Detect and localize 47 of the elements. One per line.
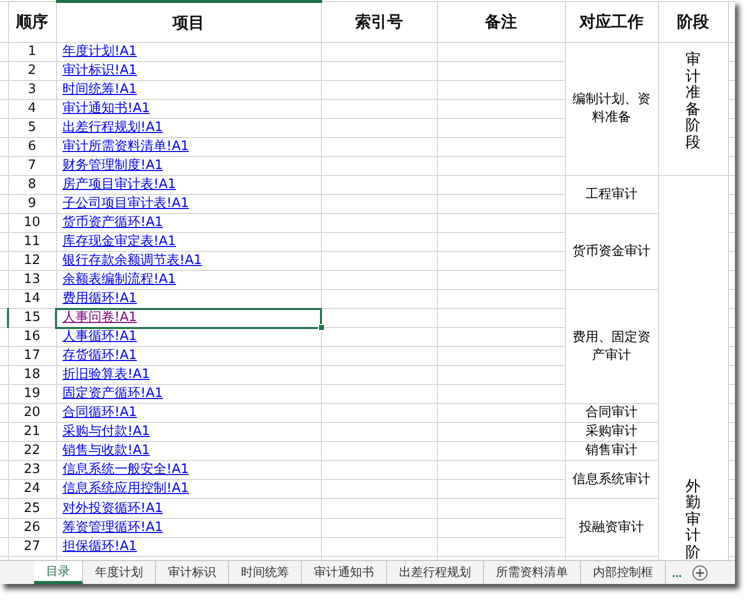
stage-label: 审计准备阶段 [686,51,700,150]
column-header: 备注 [437,2,565,42]
row-number: 17 [8,346,56,366]
work-label: 销售审计 [586,443,638,458]
row-number: 7 [8,156,56,176]
row-number: 10 [8,214,56,232]
column-header: 索引号 [321,2,437,42]
row-number: 27 [8,538,56,556]
column-header: 对应工作 [565,2,658,42]
column-header: 顺序 [8,2,56,42]
row-number: 1 [8,42,56,62]
row-number: 18 [8,366,56,384]
row-number: 14 [8,290,56,308]
add-sheet-icon[interactable] [692,564,708,580]
row-number: 13 [8,270,56,290]
row-number: 21 [8,422,56,442]
work-label: 编制计划、资料准备 [572,92,650,125]
row-number: 24 [8,480,56,498]
row-number: 2 [8,62,56,80]
row-number: 6 [8,138,56,156]
work-label: 信息系统审计 [572,472,650,486]
stage-label: 外勤审计阶 [686,478,700,560]
row-number: 4 [8,100,56,118]
row-number: 11 [8,232,56,252]
sheet-tab[interactable]: 目录 [34,561,83,584]
row-number: 12 [8,252,56,270]
more-tabs-button[interactable]: ... [666,561,688,584]
row-number: 3 [8,80,56,100]
work-label: 投融资审计 [579,520,644,534]
work-label: 采购审计 [586,424,638,439]
row-number: 16 [8,328,56,346]
row-number: 23 [8,460,56,480]
column-header: 阶段 [658,2,728,42]
row-number: 19 [8,384,56,404]
row-number: 8 [8,176,56,194]
work-label: 货币资金审计 [572,244,650,258]
row-number: 15 [8,308,56,328]
row-number: 26 [8,518,56,538]
work-label: 合同审计 [586,405,638,420]
column-header: 项目 [56,2,321,42]
row-number: 5 [8,118,56,138]
row-number: 20 [8,404,56,422]
row-number: 9 [8,194,56,214]
work-label: 费用、固定资产审计 [572,330,650,362]
row-number: 22 [8,442,56,460]
row-number: 25 [8,498,56,518]
work-label: 工程审计 [586,186,638,202]
